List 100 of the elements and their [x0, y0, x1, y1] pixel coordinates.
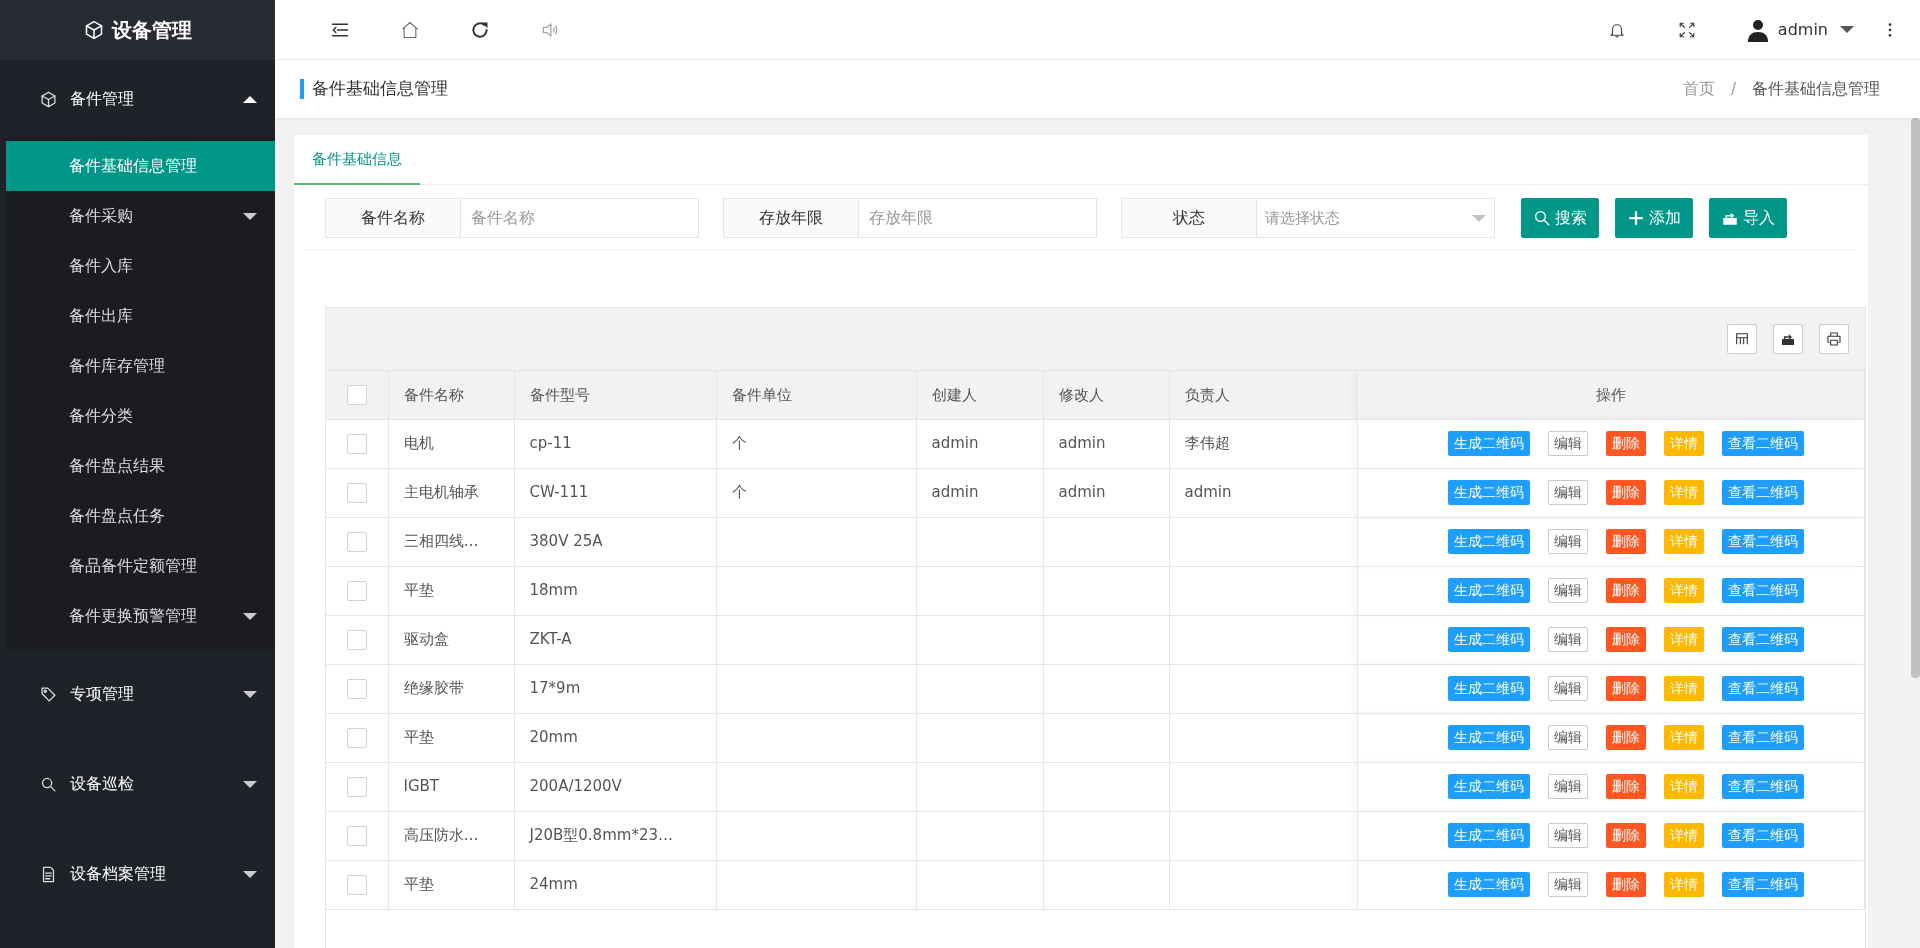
- action-link[interactable]: 生成二维码: [1447, 872, 1530, 897]
- row-checkbox[interactable]: [346, 874, 367, 895]
- action-link[interactable]: 生成二维码: [1447, 578, 1530, 603]
- sidebar-menu-item[interactable]: 专项管理: [0, 649, 275, 739]
- table-cell: 200A/1200V: [514, 762, 716, 811]
- edit-link[interactable]: 编辑: [1547, 725, 1588, 750]
- action-link[interactable]: 查看二维码: [1721, 480, 1804, 505]
- row-checkbox[interactable]: [346, 678, 367, 699]
- sidebar-submenu-item[interactable]: 备件更换预警管理: [6, 591, 275, 641]
- print-icon: [1826, 331, 1842, 347]
- row-checkbox[interactable]: [346, 580, 367, 601]
- edit-link[interactable]: 编辑: [1547, 774, 1588, 799]
- breadcrumb-link[interactable]: 备件基础信息管理: [1752, 77, 1880, 101]
- delete-link[interactable]: 删除: [1605, 872, 1646, 897]
- import-button[interactable]: 导入: [1709, 198, 1787, 238]
- edit-link[interactable]: 编辑: [1547, 676, 1588, 701]
- sidebar-submenu-item[interactable]: 备件出库: [6, 291, 275, 341]
- table-cell: admin: [1043, 419, 1169, 468]
- row-checkbox[interactable]: [346, 531, 367, 552]
- action-link[interactable]: 查看二维码: [1721, 725, 1804, 750]
- details-link[interactable]: 详情: [1663, 725, 1704, 750]
- edit-link[interactable]: 编辑: [1547, 627, 1588, 652]
- sidebar-submenu-item[interactable]: 备件库存管理: [6, 341, 275, 391]
- sidebar-submenu-item[interactable]: 备件分类: [6, 391, 275, 441]
- column-header: 备件单位: [716, 371, 916, 419]
- action-link[interactable]: 查看二维码: [1721, 676, 1804, 701]
- row-checkbox[interactable]: [346, 482, 367, 503]
- table-cell: 380V 25A: [514, 517, 716, 566]
- user-menu[interactable]: admin: [1745, 16, 1854, 43]
- scrollbar[interactable]: [1911, 118, 1920, 948]
- delete-link[interactable]: 删除: [1605, 431, 1646, 456]
- details-link[interactable]: 详情: [1663, 823, 1704, 848]
- title-accent-bar: [300, 79, 304, 99]
- details-link[interactable]: 详情: [1663, 627, 1704, 652]
- delete-link[interactable]: 删除: [1605, 774, 1646, 799]
- delete-link[interactable]: 删除: [1605, 823, 1646, 848]
- edit-link[interactable]: 编辑: [1547, 823, 1588, 848]
- delete-link[interactable]: 删除: [1605, 578, 1646, 603]
- status-select[interactable]: 请选择状态: [1257, 198, 1495, 238]
- action-link[interactable]: 生成二维码: [1447, 725, 1530, 750]
- edit-link[interactable]: 编辑: [1547, 480, 1588, 505]
- details-link[interactable]: 详情: [1663, 578, 1704, 603]
- delete-link[interactable]: 删除: [1605, 676, 1646, 701]
- print-button[interactable]: [1819, 324, 1849, 354]
- sidebar-menu-item[interactable]: 备件管理: [0, 60, 275, 138]
- text-field[interactable]: 备件名称: [461, 198, 699, 238]
- action-link[interactable]: 生成二维码: [1447, 676, 1530, 701]
- delete-link[interactable]: 删除: [1605, 480, 1646, 505]
- search-button[interactable]: 搜索: [1521, 198, 1599, 238]
- action-link[interactable]: 查看二维码: [1721, 872, 1804, 897]
- details-link[interactable]: 详情: [1663, 529, 1704, 554]
- action-link[interactable]: 查看二维码: [1721, 823, 1804, 848]
- action-link[interactable]: 生成二维码: [1447, 823, 1530, 848]
- sidebar-submenu-item[interactable]: 备件采购: [6, 191, 275, 241]
- column-filter-button[interactable]: [1727, 324, 1757, 354]
- tab[interactable]: 备件基础信息: [294, 135, 420, 185]
- column-header: 备件名称: [388, 371, 514, 419]
- delete-link[interactable]: 删除: [1605, 529, 1646, 554]
- action-link[interactable]: 查看二维码: [1721, 578, 1804, 603]
- row-checkbox[interactable]: [346, 727, 367, 748]
- action-link[interactable]: 查看二维码: [1721, 627, 1804, 652]
- breadcrumb-link[interactable]: 首页: [1682, 77, 1715, 101]
- action-link[interactable]: 生成二维码: [1447, 431, 1530, 456]
- select-all-checkbox[interactable]: [346, 385, 367, 405]
- action-link[interactable]: 查看二维码: [1721, 431, 1804, 456]
- page-title: 备件基础信息管理: [312, 77, 449, 101]
- delete-link[interactable]: 删除: [1605, 627, 1646, 652]
- details-link[interactable]: 详情: [1663, 480, 1704, 505]
- action-link[interactable]: 生成二维码: [1447, 627, 1530, 652]
- export-button[interactable]: [1773, 324, 1803, 354]
- edit-link[interactable]: 编辑: [1547, 872, 1588, 897]
- sidebar-submenu-item[interactable]: 备件入库: [6, 241, 275, 291]
- details-link[interactable]: 详情: [1663, 676, 1704, 701]
- action-link[interactable]: 生成二维码: [1447, 529, 1530, 554]
- sidebar-menu-item[interactable]: 设备档案管理: [0, 829, 275, 919]
- add-button[interactable]: 添加: [1615, 198, 1693, 238]
- column-header: 负责人: [1169, 371, 1357, 419]
- details-link[interactable]: 详情: [1663, 872, 1704, 897]
- scrollbar-thumb[interactable]: [1911, 118, 1920, 678]
- action-link[interactable]: 查看二维码: [1721, 529, 1804, 554]
- row-checkbox[interactable]: [346, 629, 367, 650]
- sidebar-submenu-item[interactable]: 备件盘点任务: [6, 491, 275, 541]
- details-link[interactable]: 详情: [1663, 431, 1704, 456]
- delete-link[interactable]: 删除: [1605, 725, 1646, 750]
- row-checkbox[interactable]: [346, 433, 367, 454]
- details-link[interactable]: 详情: [1663, 774, 1704, 799]
- sidebar-submenu-item[interactable]: 备件盘点结果: [6, 441, 275, 491]
- table-cell: cp-11: [514, 419, 716, 468]
- edit-link[interactable]: 编辑: [1547, 578, 1588, 603]
- action-link[interactable]: 生成二维码: [1447, 480, 1530, 505]
- row-checkbox[interactable]: [346, 825, 367, 846]
- sidebar-submenu-item[interactable]: 备品备件定额管理: [6, 541, 275, 591]
- sidebar-submenu-item[interactable]: 备件基础信息管理: [6, 141, 275, 191]
- action-link[interactable]: 生成二维码: [1447, 774, 1530, 799]
- edit-link[interactable]: 编辑: [1547, 529, 1588, 554]
- action-link[interactable]: 查看二维码: [1721, 774, 1804, 799]
- row-checkbox[interactable]: [346, 776, 367, 797]
- sidebar-menu-item[interactable]: 设备巡检: [0, 739, 275, 829]
- text-field[interactable]: 存放年限: [859, 198, 1097, 238]
- edit-link[interactable]: 编辑: [1547, 431, 1588, 456]
